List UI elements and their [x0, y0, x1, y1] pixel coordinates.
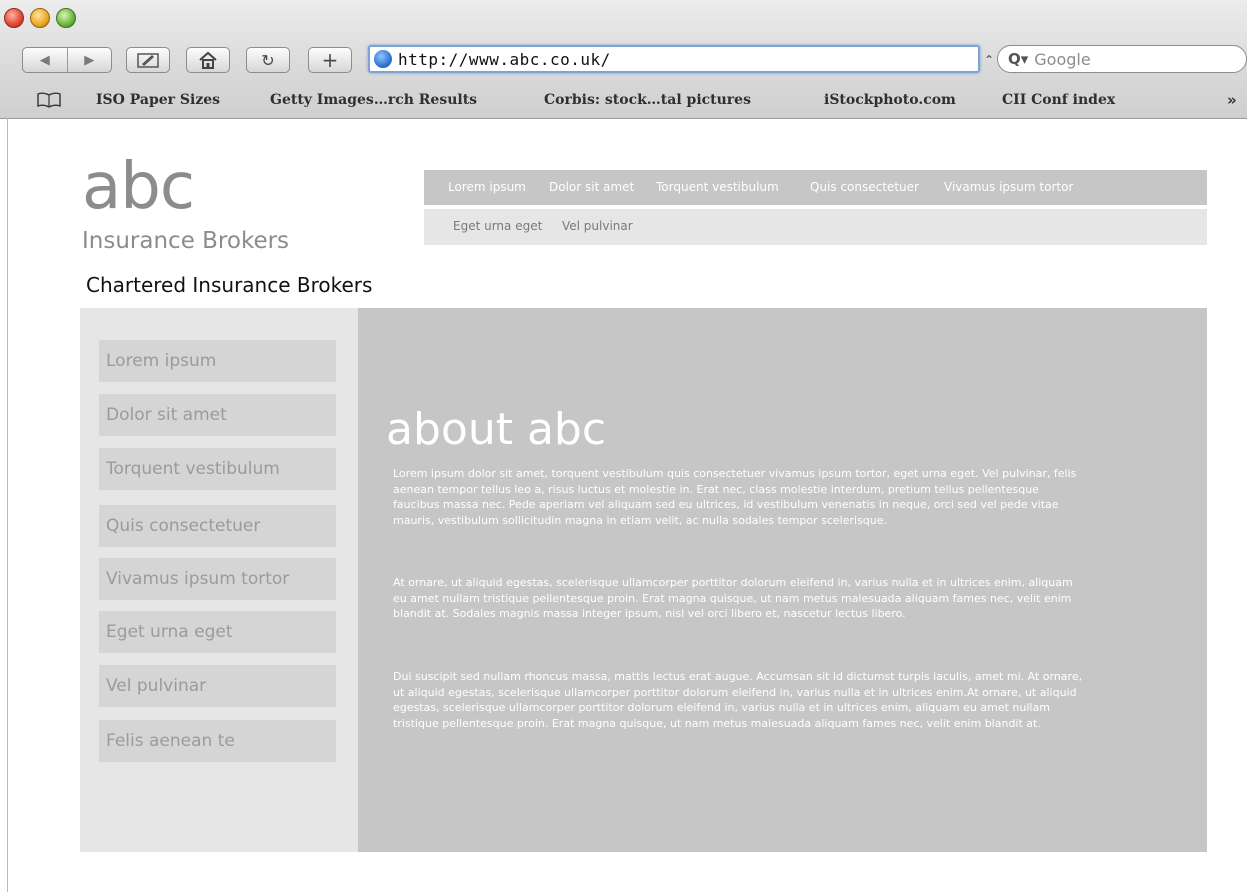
top-nav-link[interactable]: Quis consectetuer: [810, 180, 919, 194]
bookmark-item[interactable]: iStockphoto.com: [824, 92, 956, 108]
add-bookmark-button[interactable]: +: [308, 47, 352, 73]
sidebar-item[interactable]: Vivamus ipsum tortor: [99, 558, 336, 600]
bookmarks-bar: ISO Paper Sizes Getty Images…rch Results…: [0, 88, 1247, 114]
title-bar: [0, 0, 1247, 34]
browser-toolbar: ◀ ▶ ↻ + http://www.abc.co.uk/ ⌃ Q▾ Googl…: [0, 38, 1247, 78]
bookmark-item[interactable]: Getty Images…rch Results: [270, 92, 477, 108]
sidebar-item[interactable]: Vel pulvinar: [99, 665, 336, 707]
site-logo-subtitle: Insurance Brokers: [82, 228, 290, 254]
zoom-window-button[interactable]: [56, 8, 76, 28]
page-title: about abc: [386, 404, 607, 455]
page-left-border: [7, 118, 8, 892]
bookmarks-overflow-button[interactable]: »: [1227, 91, 1237, 109]
sidebar-item[interactable]: Dolor sit amet: [99, 394, 336, 436]
search-field[interactable]: Q▾ Google: [997, 45, 1247, 73]
close-window-button[interactable]: [4, 8, 24, 28]
url-text: http://www.abc.co.uk/: [398, 49, 611, 69]
bookmark-item[interactable]: Corbis: stock…tal pictures: [544, 92, 751, 108]
sidebar-item[interactable]: Felis aenean te: [99, 720, 336, 762]
top-nav-primary: Lorem ipsum Dolor sit amet Torquent vest…: [424, 170, 1207, 205]
body-paragraph: Dui suscipit sed nullam rhoncus massa, m…: [393, 670, 1083, 731]
pencil-icon: [137, 53, 159, 68]
top-nav-link[interactable]: Dolor sit amet: [549, 180, 634, 194]
back-button[interactable]: ◀: [23, 48, 68, 72]
address-dropdown-icon[interactable]: ⌃: [984, 53, 994, 67]
browser-chrome: ◀ ▶ ↻ + http://www.abc.co.uk/ ⌃ Q▾ Googl…: [0, 0, 1247, 119]
home-button[interactable]: [186, 47, 230, 73]
search-icon: Q▾: [1008, 50, 1029, 68]
bookmark-item[interactable]: CII Conf index: [1002, 92, 1115, 108]
top-nav-secondary: Eget urna eget Vel pulvinar: [424, 209, 1207, 245]
edit-bookmark-button[interactable]: [126, 47, 170, 73]
site-logo[interactable]: abc: [82, 155, 195, 219]
search-placeholder: Google: [1034, 49, 1091, 69]
main-content: about abc Lorem ipsum dolor sit amet, to…: [358, 308, 1207, 852]
sidebar-nav: Lorem ipsum Dolor sit amet Torquent vest…: [80, 308, 358, 852]
top-nav-link[interactable]: Eget urna eget: [453, 219, 542, 233]
globe-icon: [374, 50, 392, 68]
body-paragraph: At ornare, ut aliquid egestas, scelerisq…: [393, 576, 1073, 621]
top-nav-link[interactable]: Lorem ipsum: [448, 180, 526, 194]
home-icon: [199, 51, 217, 69]
top-nav-link[interactable]: Vivamus ipsum tortor: [944, 180, 1073, 194]
reload-button[interactable]: ↻: [246, 47, 290, 73]
bookmarks-book-icon[interactable]: [36, 91, 64, 109]
bookmark-item[interactable]: ISO Paper Sizes: [96, 92, 220, 108]
forward-button[interactable]: ▶: [68, 48, 112, 72]
back-arrow-icon: ◀: [39, 52, 50, 68]
top-nav-link[interactable]: Torquent vestibulum: [656, 180, 779, 194]
sidebar-item[interactable]: Quis consectetuer: [99, 505, 336, 547]
back-forward-buttons: ◀ ▶: [22, 47, 112, 73]
plus-icon: +: [321, 48, 339, 72]
body-paragraph: Lorem ipsum dolor sit amet, torquent ves…: [393, 467, 1077, 528]
top-nav-link[interactable]: Vel pulvinar: [562, 219, 633, 233]
forward-arrow-icon: ▶: [84, 52, 95, 68]
sidebar-item[interactable]: Eget urna eget: [99, 611, 336, 653]
reload-icon: ↻: [261, 50, 275, 70]
sidebar-item[interactable]: Torquent vestibulum: [99, 448, 336, 490]
site-tagline: Chartered Insurance Brokers: [86, 273, 373, 297]
sidebar-item[interactable]: Lorem ipsum: [99, 340, 336, 382]
minimize-window-button[interactable]: [30, 8, 50, 28]
address-bar[interactable]: http://www.abc.co.uk/: [368, 45, 980, 73]
